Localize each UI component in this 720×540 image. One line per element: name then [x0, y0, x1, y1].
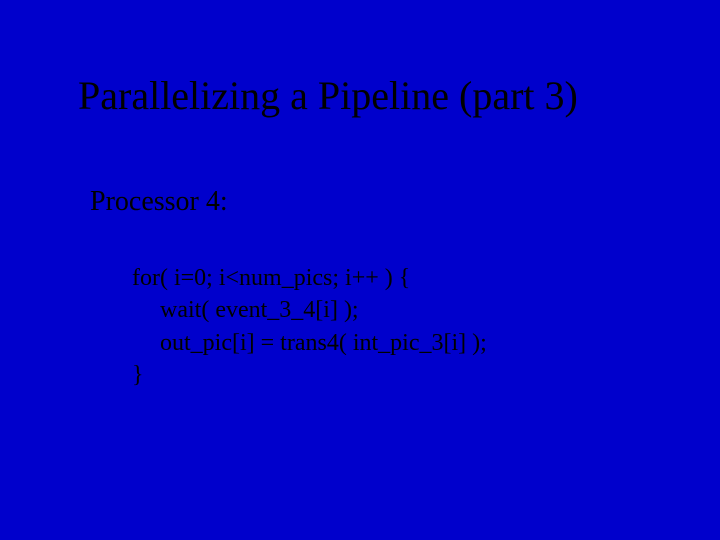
processor-label: Processor 4: [90, 186, 228, 218]
code-line-2-text: wait( event_3_4[i] ); [132, 294, 359, 326]
code-line-4: } [132, 359, 487, 391]
code-line-3-text: out_pic[i] = trans4( int_pic_3[i] ); [132, 327, 487, 359]
slide: Parallelizing a Pipeline (part 3) Proces… [0, 0, 720, 540]
code-line-2: wait( event_3_4[i] ); [132, 294, 487, 326]
code-block: for( i=0; i<num_pics; i++ ) { wait( even… [132, 262, 487, 392]
code-line-3: out_pic[i] = trans4( int_pic_3[i] ); [132, 327, 487, 359]
slide-title: Parallelizing a Pipeline (part 3) [78, 72, 578, 119]
code-line-1: for( i=0; i<num_pics; i++ ) { [132, 262, 487, 294]
